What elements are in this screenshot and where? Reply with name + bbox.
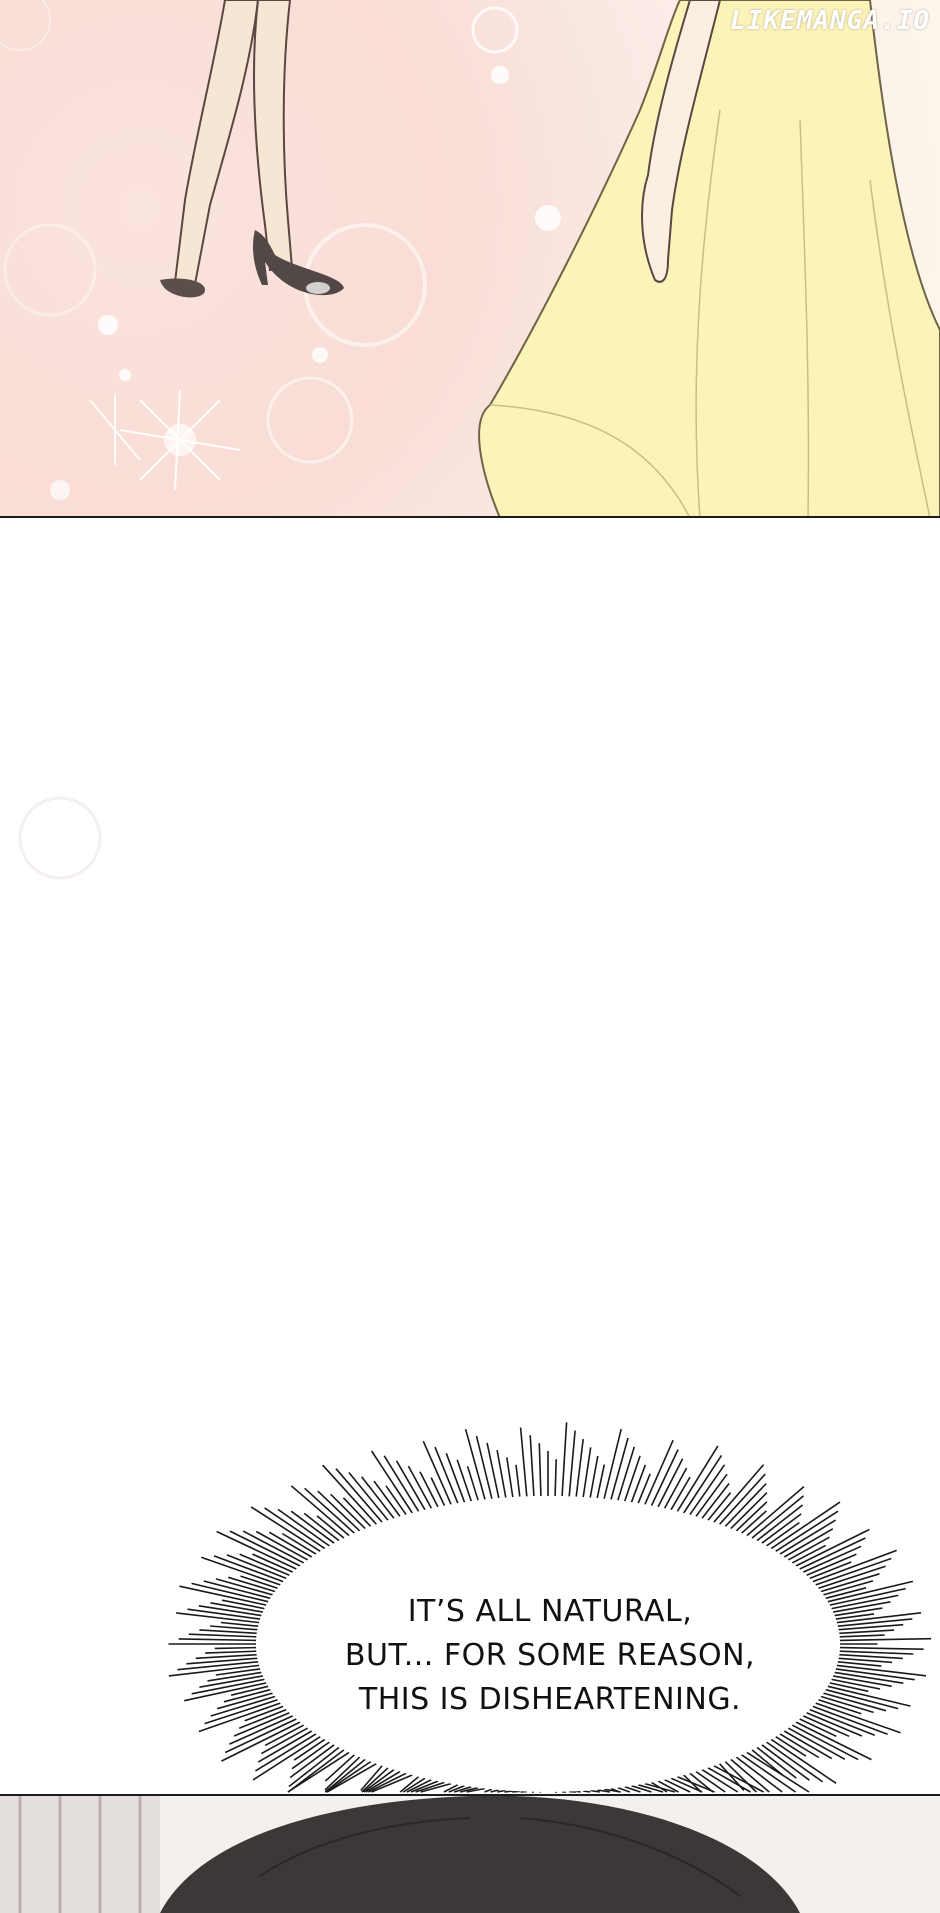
bubble-text: IT’S ALL NATURAL, BUT... FOR SOME REASON… (280, 1590, 820, 1722)
top-panel-illustration (0, 0, 940, 518)
bottom-panel-illustration (0, 1796, 940, 1913)
speech-bubble: IT’S ALL NATURAL, BUT... FOR SOME REASON… (0, 1394, 940, 1794)
yellow-dress (479, 0, 940, 518)
bubble-line: THIS IS DISHEARTENING. (280, 1678, 820, 1722)
hair (160, 1796, 800, 1913)
bottom-panel (0, 1794, 940, 1913)
bubble-line: BUT... FOR SOME REASON, (280, 1634, 820, 1678)
blank-gutter (0, 518, 940, 1394)
faint-sparkle (0, 758, 200, 958)
bubble-line: IT’S ALL NATURAL, (280, 1590, 820, 1634)
site-watermark: LIKEMANGA.IO (730, 6, 930, 36)
legs (175, 0, 292, 284)
top-panel: LIKEMANGA.IO (0, 0, 940, 518)
